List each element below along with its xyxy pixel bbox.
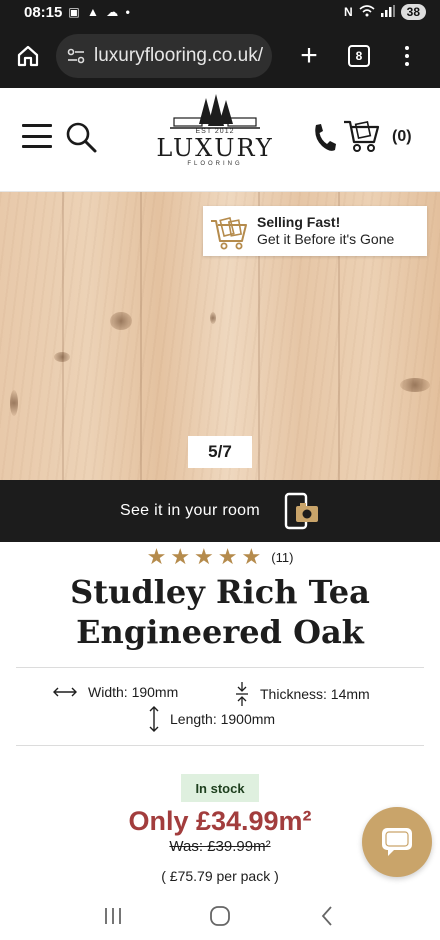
pack-price: ( £75.79 per pack ): [161, 868, 279, 884]
browser-toolbar: luxuryflooring.co.uk/ + 8: [0, 24, 440, 88]
star-icon: ★: [217, 544, 238, 569]
notification-icons: ▣ ▲ ☁ •: [68, 5, 132, 19]
chat-bubble-icon: [382, 828, 412, 856]
divider: [16, 667, 424, 668]
signal-icon: [380, 4, 395, 20]
star-icon: ★: [194, 544, 214, 569]
cart-boxes-icon: [211, 217, 247, 250]
divider: [16, 745, 424, 746]
spec-thickness-label: Thickness: 14mm: [260, 686, 370, 702]
home-nav-button[interactable]: [200, 896, 240, 936]
phone-icon[interactable]: [310, 122, 338, 154]
recent-apps-button[interactable]: [93, 896, 133, 936]
browser-menu-button[interactable]: [402, 46, 412, 66]
chat-button[interactable]: [362, 807, 432, 877]
product-rating[interactable]: ★ ★ ★ ★ ★ (11): [0, 546, 440, 568]
selling-fast-subtitle: Get it Before it's Gone: [257, 231, 395, 247]
star-icon: ★: [170, 544, 191, 569]
system-nav-bar: [0, 892, 440, 940]
width-arrows-icon: [53, 687, 77, 697]
search-icon[interactable]: [64, 120, 98, 154]
tab-switcher-button[interactable]: 8: [348, 45, 370, 67]
product-title: Studley Rich Tea Engineered Oak: [70, 573, 370, 651]
new-tab-button[interactable]: +: [294, 41, 324, 71]
nfc-icon: N: [343, 5, 353, 19]
thickness-icon: [236, 682, 248, 706]
spec-thickness: Thickness: 14mm: [234, 681, 370, 707]
length-arrows-icon: [149, 706, 159, 732]
home-button[interactable]: [10, 38, 46, 74]
logo-trees-icon: [170, 94, 260, 129]
status-time: 08:15: [24, 3, 63, 21]
image-counter: 5/7: [188, 436, 252, 468]
cart-icon[interactable]: [342, 116, 382, 156]
star-icon: ★: [241, 544, 262, 569]
see-in-room-label: See it in your room: [120, 502, 260, 519]
spec-width: Width: 190mm: [52, 684, 178, 700]
status-bar: 08:15 ▣ ▲ ☁ • N 38: [0, 0, 440, 24]
star-icon: ★: [146, 544, 167, 569]
wifi-icon: [359, 4, 375, 20]
site-settings-icon[interactable]: [66, 48, 86, 64]
spec-length: Length: 1900mm: [148, 705, 275, 733]
see-in-room-button[interactable]: See it in your room: [0, 480, 440, 542]
spec-length-label: Length: 1900mm: [170, 711, 276, 727]
review-count[interactable]: (11): [271, 550, 293, 565]
site-logo[interactable]: EST 2012 LUXURY FLOORING: [150, 94, 280, 186]
recent-apps-icon: [105, 908, 122, 924]
spec-width-label: Width: 190mm: [88, 684, 179, 700]
phone-camera-icon: [284, 492, 318, 530]
hamburger-menu-icon[interactable]: [22, 124, 52, 148]
home-icon: [17, 45, 39, 67]
address-bar[interactable]: luxuryflooring.co.uk/: [56, 34, 272, 78]
selling-fast-badge: Selling Fast! Get it Before it's Gone: [203, 206, 427, 256]
url-text: luxuryflooring.co.uk/: [94, 45, 263, 66]
logo-wordmark: LUXURY: [156, 134, 274, 162]
back-chevron-icon: [321, 906, 332, 926]
stock-badge: In stock: [181, 774, 259, 802]
cart-count[interactable]: (0): [392, 128, 412, 146]
battery-indicator: 38: [400, 4, 426, 20]
home-circle-icon: [210, 906, 230, 926]
site-header: EST 2012 LUXURY FLOORING (0): [0, 88, 440, 192]
back-button[interactable]: [307, 896, 347, 936]
selling-fast-title: Selling Fast!: [257, 214, 341, 230]
